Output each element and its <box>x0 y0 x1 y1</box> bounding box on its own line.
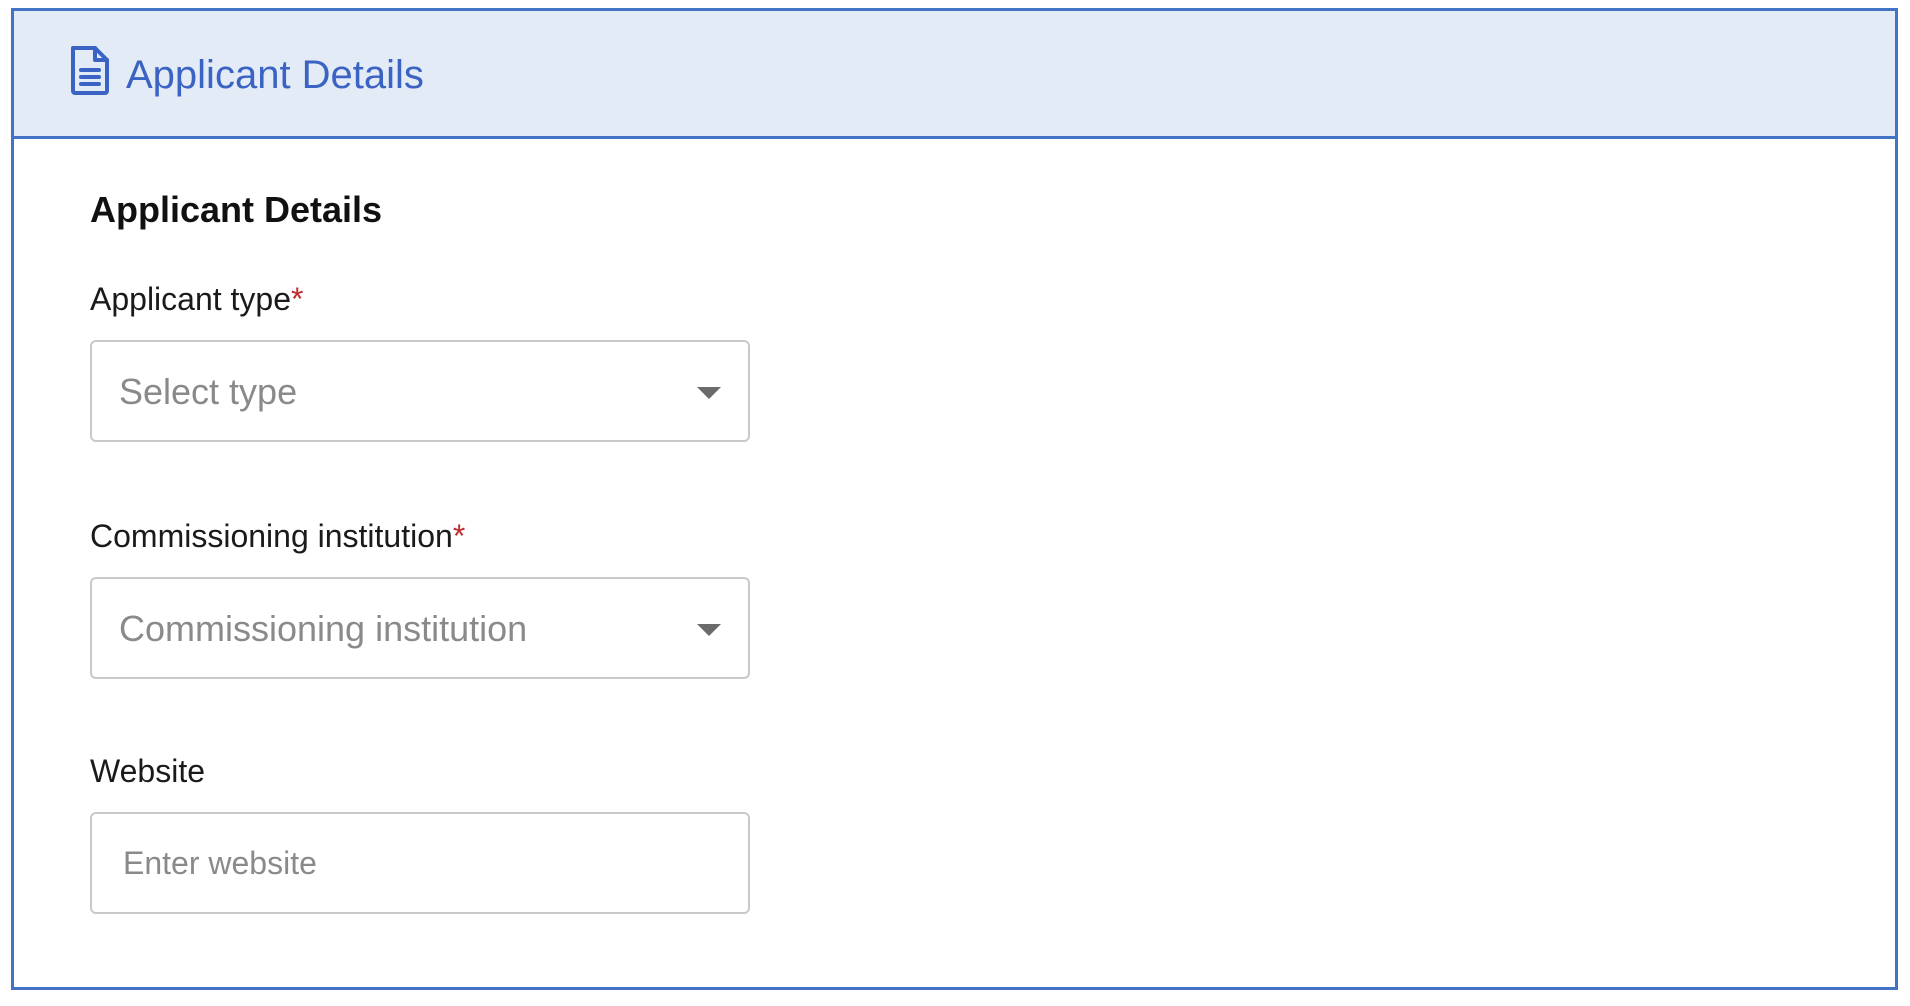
chevron-down-icon <box>697 387 721 399</box>
commissioning-institution-label: Commissioning institution* <box>90 516 465 556</box>
document-icon <box>68 44 112 96</box>
panel-header-title: Applicant Details <box>126 53 424 97</box>
panel-header: Applicant Details <box>14 11 1895 139</box>
website-field <box>90 812 750 914</box>
website-input[interactable] <box>92 814 748 912</box>
website-label: Website <box>90 753 206 789</box>
commissioning-institution-label-text: Commissioning institution <box>90 518 453 554</box>
section-title: Applicant Details <box>90 189 383 230</box>
applicant-type-label: Applicant type* <box>90 279 303 319</box>
applicant-type-label-text: Applicant type <box>90 281 292 317</box>
applicant-type-select[interactable]: Select type <box>90 340 750 442</box>
applicant-details-panel: Applicant Details Applicant Details Appl… <box>11 8 1898 990</box>
required-marker: * <box>291 281 304 317</box>
required-marker: * <box>452 518 466 554</box>
chevron-down-icon <box>697 624 721 636</box>
commissioning-institution-select[interactable]: Commissioning institution <box>90 577 750 679</box>
applicant-type-placeholder: Select type <box>119 371 298 412</box>
commissioning-institution-placeholder: Commissioning institution <box>119 608 528 649</box>
